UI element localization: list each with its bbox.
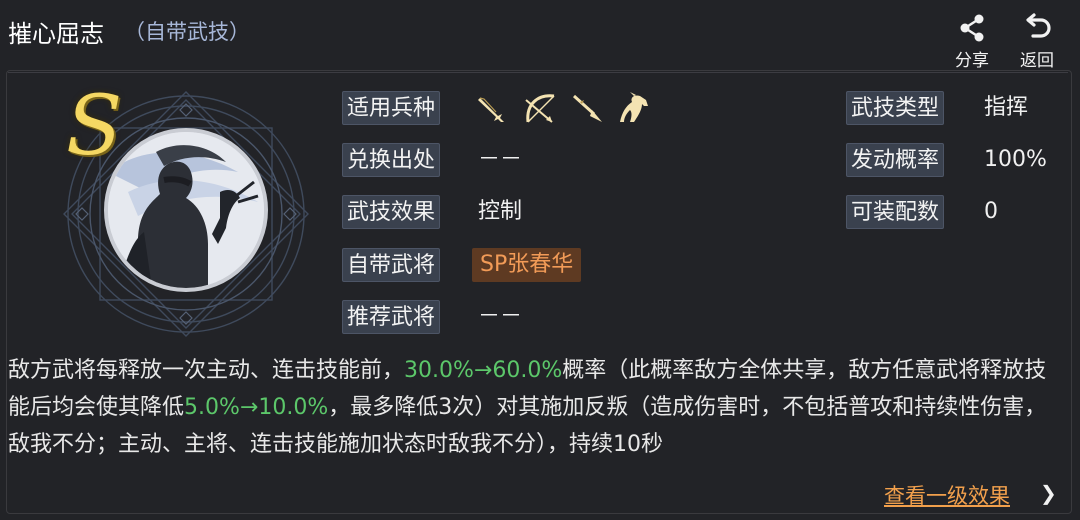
desc-text-1: 敌方武将每释放一次主动、连击技能前， xyxy=(8,358,405,383)
back-button[interactable]: 返回 xyxy=(1007,12,1067,71)
skill-title: 摧心屈志 xyxy=(8,20,104,48)
value-recommended: －－ xyxy=(478,304,523,329)
skill-description[interactable]: 敌方武将每释放一次主动、连击技能前，30.0%→60.0%概率（此概率敌方全体共… xyxy=(8,352,1048,480)
skill-subtitle: （自带武技） xyxy=(124,20,250,44)
value-effect: 控制 xyxy=(478,199,523,224)
skill-grade: S xyxy=(66,79,123,174)
view-level1-effect-link[interactable]: 查看一级效果 xyxy=(884,480,1010,510)
value-source: －－ xyxy=(478,147,523,172)
return-icon xyxy=(1026,13,1051,38)
bow-icon xyxy=(525,94,555,123)
chevron-right-icon[interactable]: ❯ xyxy=(1040,481,1057,505)
value-equip-count: 0 xyxy=(984,199,998,224)
general-silhouette-image xyxy=(108,132,264,288)
skill-detail-panel: 摧心屈志 （自带武技） 分享 返回 S 适用兵种 兑换出处 武技效果 自带武将 … xyxy=(0,0,1080,520)
horse-icon xyxy=(620,92,648,122)
label-effect: 武技效果 xyxy=(342,195,441,229)
value-trigger-rate: 100% xyxy=(984,147,1047,172)
label-own-general: 自带武将 xyxy=(342,248,441,282)
label-trigger-rate: 发动概率 xyxy=(846,143,945,177)
desc-highlight-rate: 30.0%→60.0% xyxy=(404,358,563,383)
label-recommended: 推荐武将 xyxy=(342,300,441,334)
label-skill-type: 武技类型 xyxy=(846,91,945,125)
skill-portrait xyxy=(104,128,268,292)
label-source: 兑换出处 xyxy=(342,143,441,177)
desc-highlight-reduction: 5.0%→10.0% xyxy=(184,395,329,420)
share-label: 分享 xyxy=(955,51,989,71)
share-icon xyxy=(960,14,984,42)
value-skill-type: 指挥 xyxy=(984,95,1029,120)
label-troop-types: 适用兵种 xyxy=(342,91,441,125)
label-equip-count: 可装配数 xyxy=(846,195,945,229)
back-label: 返回 xyxy=(1020,51,1054,71)
own-general-badge[interactable]: SP张春华 xyxy=(472,248,582,282)
share-button[interactable]: 分享 xyxy=(942,12,1002,71)
sword-icon xyxy=(478,97,504,122)
spear-icon xyxy=(572,94,602,122)
